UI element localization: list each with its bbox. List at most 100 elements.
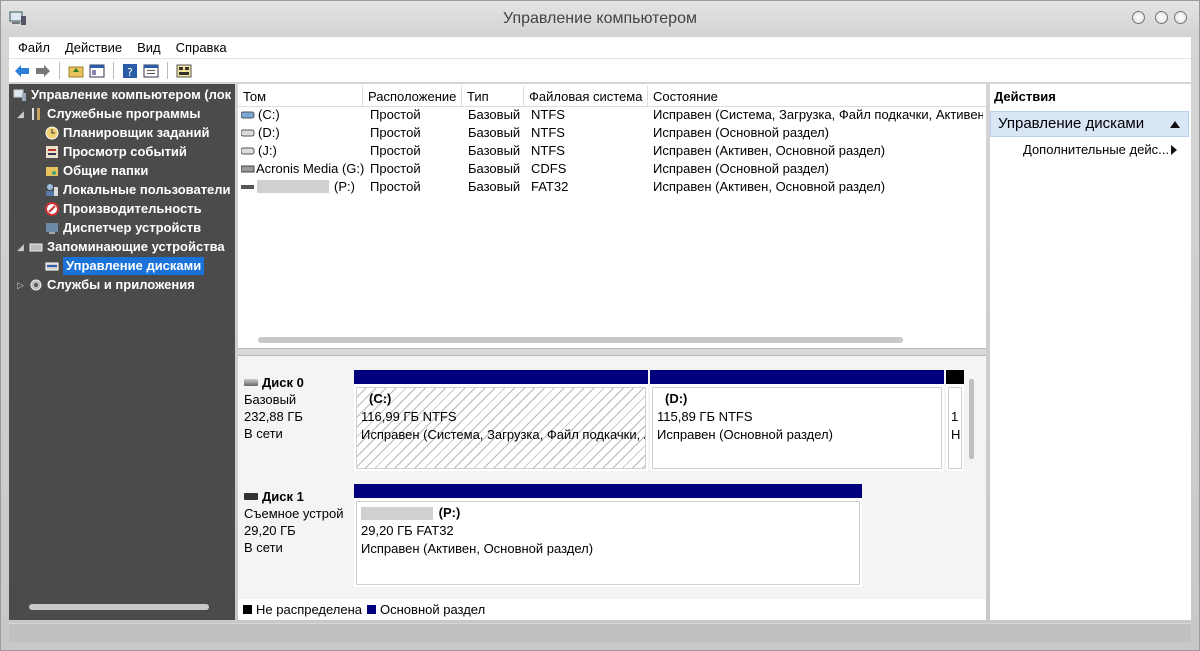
partition-small[interactable]: 1 Н <box>946 370 964 471</box>
menu-help[interactable]: Справка <box>167 40 233 55</box>
volume-name: (J:) <box>258 143 277 158</box>
show-tree-button[interactable] <box>88 62 106 80</box>
expanded-arrow-icon[interactable]: ◢ <box>17 238 27 256</box>
tree-item-performance[interactable]: Производительность <box>45 200 202 218</box>
actions-section-disk-management[interactable]: Управление дисками <box>990 111 1189 137</box>
actions-pane: Действия Управление дисками Дополнительн… <box>990 84 1191 620</box>
volume-layout: Простой <box>370 107 421 122</box>
performance-icon <box>45 202 59 216</box>
volume-status: Исправен (Система, Загрузка, Файл подкач… <box>653 107 983 122</box>
users-icon <box>46 184 58 196</box>
volume-layout: Простой <box>370 179 421 194</box>
status-bar <box>9 623 1191 642</box>
properties-button[interactable] <box>142 62 160 80</box>
tree-item-storage[interactable]: ◢ Запоминающие устройства <box>17 238 225 256</box>
partition-state: Н <box>951 427 961 442</box>
toolbar: ? <box>9 58 1191 82</box>
tree-item-services[interactable]: ▷ Службы и приложения <box>17 276 195 294</box>
column-header-type[interactable]: Тип <box>462 86 524 106</box>
tree-item-label: Планировщик заданий <box>63 125 210 140</box>
folder-up-icon <box>68 66 84 77</box>
app-window: Управление компьютером Файл Действие Вид… <box>0 0 1200 651</box>
close-button[interactable] <box>1174 11 1187 24</box>
event-viewer-icon <box>46 146 58 158</box>
tree-horizontal-scrollbar[interactable] <box>29 604 209 610</box>
table-row[interactable]: Acronis Media (G:) Простой Базовый CDFS … <box>238 160 986 178</box>
submenu-arrow-icon <box>1171 145 1177 155</box>
partition-name: (P:) <box>438 505 461 520</box>
table-row[interactable]: (D:) Простой Базовый NTFS Исправен (Осно… <box>238 124 986 142</box>
partition-state: Исправен (Основной раздел) <box>657 427 833 442</box>
tree-item-event-viewer[interactable]: Просмотр событий <box>45 143 187 161</box>
redacted-label <box>257 180 329 193</box>
legend-primary: Основной раздел <box>380 602 486 617</box>
drive-icon <box>241 111 255 119</box>
unallocated-swatch <box>243 605 252 614</box>
partition-d[interactable]: (D:) 115,89 ГБ NTFS Исправен (Основной р… <box>650 370 944 471</box>
up-folder-button[interactable] <box>67 62 85 80</box>
menu-view[interactable]: Вид <box>128 40 167 55</box>
volume-type: Базовый <box>468 161 521 176</box>
disk-settings-button[interactable] <box>175 62 193 80</box>
forward-arrow-icon <box>36 64 50 77</box>
tree-item-label: Служебные программы <box>47 106 201 121</box>
tree-item-label: Управление дисками <box>63 257 205 275</box>
disk-0-info[interactable]: Диск 0 Базовый 232,88 ГБ В сети <box>244 374 352 442</box>
disk-name: Диск 0 <box>262 375 304 390</box>
shared-folder-icon <box>46 167 58 176</box>
volume-filesystem: NTFS <box>531 143 565 158</box>
redacted-label <box>361 507 433 521</box>
table-row[interactable]: (C:) Простой Базовый NTFS Исправен (Сист… <box>238 106 986 124</box>
tree-item-label: Диспетчер устройств <box>63 220 202 235</box>
menu-file[interactable]: Файл <box>9 40 56 55</box>
table-row[interactable]: (J:) Простой Базовый NTFS Исправен (Акти… <box>238 142 986 160</box>
partition-p[interactable]: (P:) 29,20 ГБ FAT32 Исправен (Активен, О… <box>354 484 862 587</box>
actions-header: Действия <box>994 89 1056 104</box>
menu-action[interactable]: Действие <box>56 40 128 55</box>
disk-1-info[interactable]: Диск 1 Съемное устрой 29,20 ГБ В сети <box>244 488 352 556</box>
svg-text:?: ? <box>127 66 133 78</box>
table-row[interactable]: (P:) Простой Базовый FAT32 Исправен (Акт… <box>238 178 986 196</box>
more-actions-item[interactable]: Дополнительные дейс... <box>1023 142 1183 158</box>
disk-view-vertical-scrollbar[interactable] <box>969 379 974 459</box>
tree-item-device-manager[interactable]: Диспетчер устройств <box>45 219 201 237</box>
hard-disk-icon <box>244 379 258 386</box>
forward-button[interactable] <box>34 62 52 80</box>
removable-drive-icon <box>241 185 254 189</box>
tree-item-shared-folders[interactable]: Общие папки <box>45 162 148 180</box>
tree-root[interactable]: Управление компьютером (лок <box>13 86 231 104</box>
tree-item-task-scheduler[interactable]: Планировщик заданий <box>45 124 209 142</box>
volume-status: Исправен (Основной раздел) <box>653 161 829 176</box>
back-button[interactable] <box>13 62 31 80</box>
pane-splitter[interactable] <box>238 348 986 356</box>
device-manager-icon <box>46 223 58 234</box>
drive-icon <box>241 147 255 155</box>
expanded-arrow-icon[interactable]: ◢ <box>17 105 27 123</box>
column-header-filesystem[interactable]: Файловая система <box>524 86 648 106</box>
collapse-arrow-icon[interactable] <box>1170 121 1180 128</box>
partition-size: 116,99 ГБ NTFS <box>361 409 457 424</box>
volume-filesystem: FAT32 <box>531 179 569 194</box>
disk-settings-icon <box>176 64 192 77</box>
collapsed-arrow-icon[interactable]: ▷ <box>17 276 27 294</box>
column-header-volume[interactable]: Том <box>238 86 363 106</box>
tree-item-system-tools[interactable]: ◢ Служебные программы <box>17 105 200 123</box>
minimize-button[interactable] <box>1132 11 1145 24</box>
services-icon <box>30 279 42 291</box>
tree-item-local-users[interactable]: Локальные пользователи <box>45 181 231 199</box>
volume-name: (P:) <box>334 179 355 194</box>
tree-item-label: Запоминающие устройства <box>47 239 225 254</box>
primary-swatch <box>367 605 377 614</box>
volume-type: Базовый <box>468 179 521 194</box>
list-horizontal-scrollbar[interactable] <box>258 337 903 343</box>
disk-size: 232,88 ГБ <box>244 409 303 424</box>
column-header-layout[interactable]: Расположение <box>363 86 462 106</box>
partition-state: Исправен (Система, Загрузка, Файл подкач… <box>361 427 646 442</box>
column-header-status[interactable]: Состояние <box>648 86 986 106</box>
partition-c[interactable]: (C:) 116,99 ГБ NTFS Исправен (Система, З… <box>354 370 648 471</box>
maximize-button[interactable] <box>1155 11 1168 24</box>
help-button[interactable]: ? <box>121 62 139 80</box>
partition-size: 29,20 ГБ FAT32 <box>361 523 454 538</box>
tree-item-disk-management[interactable]: Управление дисками <box>45 257 205 275</box>
legend: Не распределена Основной раздел <box>238 599 986 620</box>
